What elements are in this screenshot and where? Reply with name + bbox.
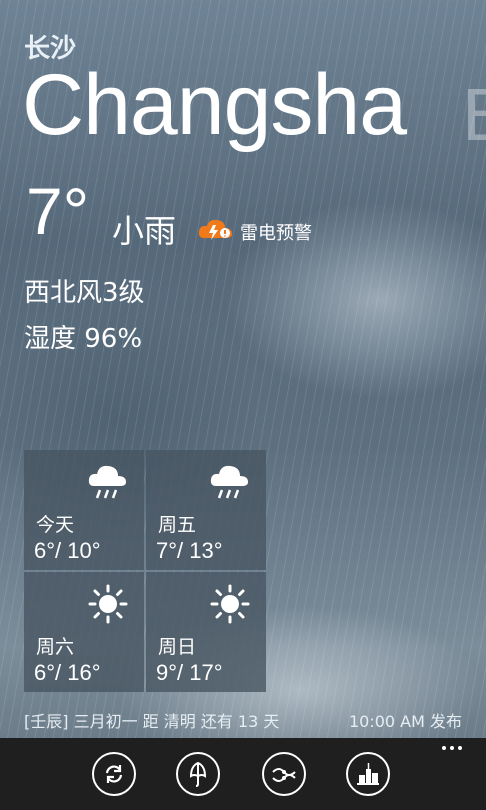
current-condition: 小雨 (112, 212, 177, 250)
forecast-range: 9°/ 17° (156, 660, 223, 685)
app-bar (0, 738, 486, 810)
city-icon (357, 763, 379, 785)
refresh-icon (105, 765, 123, 783)
more-dots-icon[interactable] (442, 746, 462, 750)
rain-cloud-icon (88, 465, 126, 499)
current-temperature: 7° (26, 174, 90, 248)
next-city-peek[interactable]: B (462, 72, 486, 157)
forecast-day: 今天 (36, 514, 75, 536)
forecast-day: 周六 (36, 636, 75, 658)
rain-cloud-icon (210, 465, 248, 499)
trend-button[interactable] (262, 752, 306, 796)
umbrella-button[interactable] (176, 752, 220, 796)
sun-icon (210, 584, 250, 624)
wind-info: 西北风3级 (24, 278, 145, 308)
forecast-day: 周日 (158, 636, 197, 658)
lunar-calendar-info: [壬辰] 三月初一 距 清明 还有 13 天 (24, 712, 280, 731)
trend-icon (272, 768, 296, 782)
thunder-warning-icon (198, 216, 234, 247)
forecast-tile-sunday[interactable]: 周日 9°/ 17° (146, 572, 266, 692)
forecast-tile-friday[interactable]: 周五 7°/ 13° (146, 450, 266, 570)
thunder-warning-label: 雷电预警 (240, 222, 312, 244)
forecast-range: 7°/ 13° (156, 538, 223, 563)
refresh-button[interactable] (92, 752, 136, 796)
forecast-tile-saturday[interactable]: 周六 6°/ 16° (24, 572, 144, 692)
forecast-tile-today[interactable]: 今天 6°/ 10° (24, 450, 144, 570)
umbrella-icon (189, 761, 207, 787)
city-button[interactable] (346, 752, 390, 796)
thunder-warning[interactable]: 雷电预警 (198, 216, 312, 247)
city-name-english[interactable]: Changsha (22, 62, 407, 148)
humidity-info: 湿度 96% (24, 324, 143, 354)
published-time: 10:00 AM 发布 (348, 712, 462, 731)
forecast-range: 6°/ 10° (34, 538, 101, 563)
sun-icon (88, 584, 128, 624)
forecast-range: 6°/ 16° (34, 660, 101, 685)
forecast-grid: 今天 6°/ 10° 周五 7°/ 13° 周六 6°/ 16° 周日 9°/ … (24, 450, 266, 692)
forecast-day: 周五 (158, 514, 197, 536)
